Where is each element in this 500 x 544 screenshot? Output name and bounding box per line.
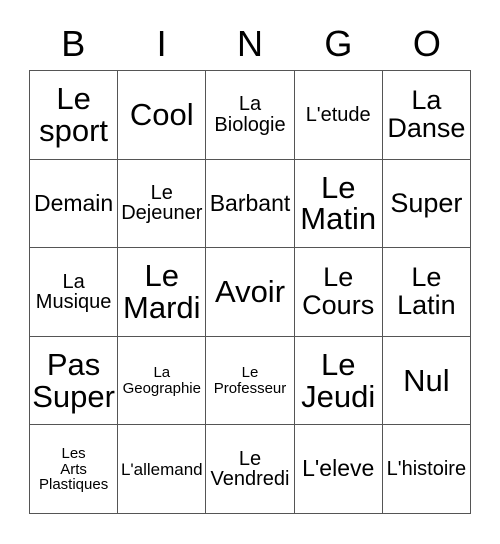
bingo-cell-label: Le sport	[39, 81, 109, 148]
bingo-cell-label: Le Dejeuner	[121, 182, 203, 225]
bingo-cell-r3c3[interactable]: Avoir	[206, 248, 295, 337]
bingo-header-letter-g: G	[324, 23, 353, 64]
bingo-cell-r3c1[interactable]: La Musique	[30, 248, 119, 337]
bingo-cell-label: Le Cours	[302, 262, 375, 320]
bingo-cell-label: Pas Super	[32, 346, 115, 414]
bingo-cell-r1c4[interactable]: L'etude	[294, 71, 383, 160]
bingo-cell-r2c3[interactable]: Barbant	[206, 159, 295, 249]
bingo-cell-label: Le Professeur	[213, 364, 287, 397]
bingo-grid: Le sport Cool La Biologie L'etude La Danse De…	[29, 70, 471, 514]
bingo-header-letter-i: I	[156, 23, 167, 64]
bingo-cell-r4c2[interactable]: La Geographie	[118, 336, 207, 426]
bingo-cell-label: Cool	[129, 96, 194, 132]
bingo-cell-label: Nul	[403, 362, 450, 398]
bingo-cell-r5c1[interactable]: Les Arts Plastiques	[30, 425, 119, 514]
bingo-cell-r4c5[interactable]: Nul	[382, 336, 471, 426]
bingo-cell-label: La Biologie	[214, 93, 286, 136]
bingo-cell-r3c4[interactable]: Le Cours	[294, 248, 383, 337]
bingo-cell-label: Demain	[33, 189, 114, 216]
bingo-cell-label: Le Vendredi	[210, 447, 290, 491]
bingo-cell-r2c2[interactable]: Le Dejeuner	[118, 159, 207, 249]
bingo-cell-label: Le Mardi	[123, 258, 201, 325]
bingo-cell-label: Super	[390, 187, 463, 218]
bingo-cell-label: La Geographie	[122, 364, 201, 397]
bingo-cell-r3c5[interactable]: Le Latin	[382, 248, 471, 337]
bingo-cell-r5c3[interactable]: Le Vendredi	[206, 425, 295, 514]
bingo-cell-label: L'allemand	[120, 459, 203, 479]
bingo-cell-r1c2[interactable]: Cool	[118, 71, 207, 160]
bingo-header-letter-b: B	[61, 23, 86, 64]
bingo-cell-r5c5[interactable]: L'histoire	[382, 425, 471, 514]
bingo-cell-r5c2[interactable]: L'allemand	[118, 425, 207, 514]
bingo-cell-r4c1[interactable]: Pas Super	[30, 336, 119, 426]
bingo-cell-r1c1[interactable]: Le sport	[30, 71, 119, 160]
bingo-cell-label: L'histoire	[386, 457, 467, 480]
bingo-cell-label: L'etude	[305, 103, 371, 126]
bingo-header-letter-n: N	[237, 23, 264, 64]
bingo-header-letter-o: O	[412, 23, 441, 64]
bingo-cell-r3c2[interactable]: Le Mardi	[118, 248, 207, 337]
bingo-cell-r4c3[interactable]: Le Professeur	[206, 336, 295, 426]
bingo-cell-label: Le Jeudi	[301, 346, 376, 414]
bingo-cell-label: L'eleve	[302, 455, 375, 482]
bingo-cell-label: Les Arts Plastiques	[38, 445, 109, 493]
bingo-card: B I N G O Le sport Cool La Biologie L'etude…	[0, 0, 500, 544]
bingo-cell-r2c4[interactable]: Le Matin	[294, 159, 383, 249]
bingo-cell-label: Avoir	[214, 274, 286, 310]
bingo-cell-r2c1[interactable]: Demain	[30, 159, 119, 249]
bingo-cell-r2c5[interactable]: Super	[382, 159, 471, 249]
bingo-cell-label: Barbant	[209, 189, 291, 216]
bingo-cell-r4c4[interactable]: Le Jeudi	[294, 336, 383, 426]
bingo-cell-r1c5[interactable]: La Danse	[382, 71, 471, 160]
bingo-header-row: B I N G O	[29, 18, 471, 70]
bingo-cell-label: Le Latin	[397, 262, 456, 320]
bingo-cell-label: La Danse	[387, 85, 466, 143]
bingo-cell-label: Le Matin	[300, 169, 377, 237]
bingo-cell-r1c3[interactable]: La Biologie	[206, 71, 295, 160]
bingo-cell-r5c4[interactable]: L'eleve	[294, 425, 383, 514]
bingo-cell-label: La Musique	[35, 270, 112, 313]
